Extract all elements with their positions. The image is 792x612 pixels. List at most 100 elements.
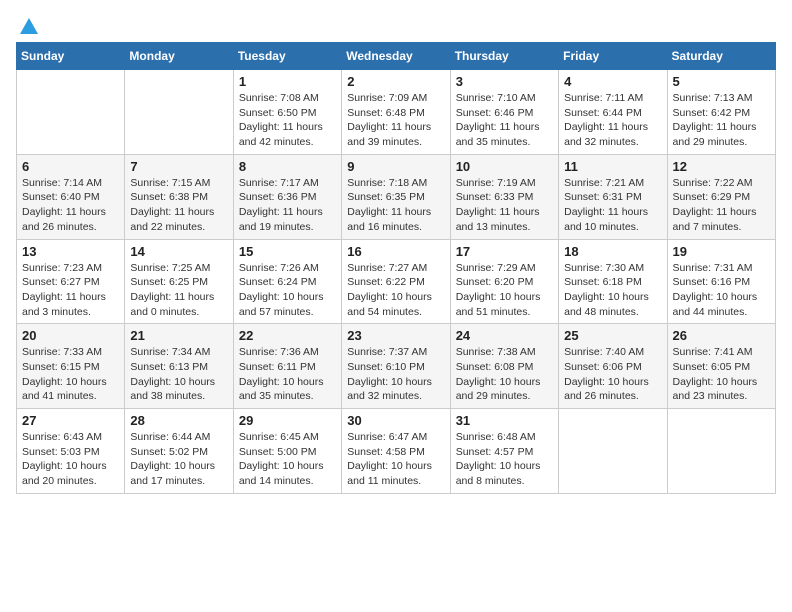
sunrise-text: Sunrise: 6:45 AM bbox=[239, 431, 319, 443]
sunset-text: Sunset: 6:44 PM bbox=[564, 107, 642, 119]
sunset-text: Sunset: 6:06 PM bbox=[564, 361, 642, 373]
calendar-cell: 13 Sunrise: 7:23 AM Sunset: 6:27 PM Dayl… bbox=[17, 239, 125, 324]
sunrise-text: Sunrise: 7:26 AM bbox=[239, 262, 319, 274]
calendar-cell: 21 Sunrise: 7:34 AM Sunset: 6:13 PM Dayl… bbox=[125, 324, 233, 409]
daylight-text: Daylight: 10 hours and 35 minutes. bbox=[239, 376, 324, 403]
calendar-cell: 23 Sunrise: 7:37 AM Sunset: 6:10 PM Dayl… bbox=[342, 324, 450, 409]
calendar-cell: 16 Sunrise: 7:27 AM Sunset: 6:22 PM Dayl… bbox=[342, 239, 450, 324]
sunrise-text: Sunrise: 7:08 AM bbox=[239, 92, 319, 104]
day-number: 20 bbox=[22, 328, 119, 343]
weekday-header-wednesday: Wednesday bbox=[342, 43, 450, 70]
day-number: 31 bbox=[456, 413, 553, 428]
calendar-cell: 25 Sunrise: 7:40 AM Sunset: 6:06 PM Dayl… bbox=[559, 324, 667, 409]
daylight-text: Daylight: 11 hours and 42 minutes. bbox=[239, 121, 323, 148]
calendar-table: SundayMondayTuesdayWednesdayThursdayFrid… bbox=[16, 42, 776, 494]
day-info: Sunrise: 7:13 AM Sunset: 6:42 PM Dayligh… bbox=[673, 91, 770, 150]
calendar-cell: 29 Sunrise: 6:45 AM Sunset: 5:00 PM Dayl… bbox=[233, 409, 341, 494]
calendar-cell bbox=[125, 70, 233, 155]
calendar-cell: 22 Sunrise: 7:36 AM Sunset: 6:11 PM Dayl… bbox=[233, 324, 341, 409]
day-info: Sunrise: 7:11 AM Sunset: 6:44 PM Dayligh… bbox=[564, 91, 661, 150]
daylight-text: Daylight: 11 hours and 35 minutes. bbox=[456, 121, 540, 148]
day-number: 30 bbox=[347, 413, 444, 428]
sunset-text: Sunset: 6:10 PM bbox=[347, 361, 425, 373]
calendar-cell: 17 Sunrise: 7:29 AM Sunset: 6:20 PM Dayl… bbox=[450, 239, 558, 324]
sunset-text: Sunset: 5:03 PM bbox=[22, 446, 100, 458]
calendar-cell: 18 Sunrise: 7:30 AM Sunset: 6:18 PM Dayl… bbox=[559, 239, 667, 324]
weekday-header-thursday: Thursday bbox=[450, 43, 558, 70]
sunrise-text: Sunrise: 7:22 AM bbox=[673, 177, 753, 189]
calendar-cell: 1 Sunrise: 7:08 AM Sunset: 6:50 PM Dayli… bbox=[233, 70, 341, 155]
day-info: Sunrise: 7:40 AM Sunset: 6:06 PM Dayligh… bbox=[564, 345, 661, 404]
day-info: Sunrise: 7:22 AM Sunset: 6:29 PM Dayligh… bbox=[673, 176, 770, 235]
day-number: 25 bbox=[564, 328, 661, 343]
calendar-week-3: 13 Sunrise: 7:23 AM Sunset: 6:27 PM Dayl… bbox=[17, 239, 776, 324]
day-info: Sunrise: 7:27 AM Sunset: 6:22 PM Dayligh… bbox=[347, 261, 444, 320]
day-number: 7 bbox=[130, 159, 227, 174]
day-number: 26 bbox=[673, 328, 770, 343]
calendar-cell: 28 Sunrise: 6:44 AM Sunset: 5:02 PM Dayl… bbox=[125, 409, 233, 494]
page-header bbox=[16, 16, 776, 34]
sunset-text: Sunset: 6:13 PM bbox=[130, 361, 208, 373]
day-number: 1 bbox=[239, 74, 336, 89]
calendar-cell: 20 Sunrise: 7:33 AM Sunset: 6:15 PM Dayl… bbox=[17, 324, 125, 409]
sunrise-text: Sunrise: 7:13 AM bbox=[673, 92, 753, 104]
calendar-week-1: 1 Sunrise: 7:08 AM Sunset: 6:50 PM Dayli… bbox=[17, 70, 776, 155]
calendar-cell: 11 Sunrise: 7:21 AM Sunset: 6:31 PM Dayl… bbox=[559, 154, 667, 239]
calendar-cell: 12 Sunrise: 7:22 AM Sunset: 6:29 PM Dayl… bbox=[667, 154, 775, 239]
daylight-text: Daylight: 10 hours and 20 minutes. bbox=[22, 460, 107, 487]
daylight-text: Daylight: 10 hours and 41 minutes. bbox=[22, 376, 107, 403]
daylight-text: Daylight: 11 hours and 10 minutes. bbox=[564, 206, 648, 233]
sunset-text: Sunset: 6:15 PM bbox=[22, 361, 100, 373]
daylight-text: Daylight: 10 hours and 44 minutes. bbox=[673, 291, 758, 318]
calendar-cell: 27 Sunrise: 6:43 AM Sunset: 5:03 PM Dayl… bbox=[17, 409, 125, 494]
sunset-text: Sunset: 6:50 PM bbox=[239, 107, 317, 119]
day-info: Sunrise: 7:36 AM Sunset: 6:11 PM Dayligh… bbox=[239, 345, 336, 404]
daylight-text: Daylight: 10 hours and 14 minutes. bbox=[239, 460, 324, 487]
weekday-header-sunday: Sunday bbox=[17, 43, 125, 70]
day-info: Sunrise: 7:08 AM Sunset: 6:50 PM Dayligh… bbox=[239, 91, 336, 150]
calendar-cell: 8 Sunrise: 7:17 AM Sunset: 6:36 PM Dayli… bbox=[233, 154, 341, 239]
daylight-text: Daylight: 10 hours and 8 minutes. bbox=[456, 460, 541, 487]
calendar-cell: 6 Sunrise: 7:14 AM Sunset: 6:40 PM Dayli… bbox=[17, 154, 125, 239]
day-info: Sunrise: 6:43 AM Sunset: 5:03 PM Dayligh… bbox=[22, 430, 119, 489]
logo-icon bbox=[18, 16, 40, 38]
sunrise-text: Sunrise: 7:34 AM bbox=[130, 346, 210, 358]
day-info: Sunrise: 7:15 AM Sunset: 6:38 PM Dayligh… bbox=[130, 176, 227, 235]
day-info: Sunrise: 7:21 AM Sunset: 6:31 PM Dayligh… bbox=[564, 176, 661, 235]
sunrise-text: Sunrise: 7:37 AM bbox=[347, 346, 427, 358]
sunrise-text: Sunrise: 7:15 AM bbox=[130, 177, 210, 189]
day-number: 29 bbox=[239, 413, 336, 428]
weekday-header-monday: Monday bbox=[125, 43, 233, 70]
daylight-text: Daylight: 10 hours and 32 minutes. bbox=[347, 376, 432, 403]
weekday-header-saturday: Saturday bbox=[667, 43, 775, 70]
sunrise-text: Sunrise: 7:38 AM bbox=[456, 346, 536, 358]
calendar-cell: 3 Sunrise: 7:10 AM Sunset: 6:46 PM Dayli… bbox=[450, 70, 558, 155]
day-info: Sunrise: 7:14 AM Sunset: 6:40 PM Dayligh… bbox=[22, 176, 119, 235]
sunrise-text: Sunrise: 7:29 AM bbox=[456, 262, 536, 274]
day-info: Sunrise: 6:48 AM Sunset: 4:57 PM Dayligh… bbox=[456, 430, 553, 489]
daylight-text: Daylight: 10 hours and 54 minutes. bbox=[347, 291, 432, 318]
calendar-cell: 24 Sunrise: 7:38 AM Sunset: 6:08 PM Dayl… bbox=[450, 324, 558, 409]
day-number: 22 bbox=[239, 328, 336, 343]
sunrise-text: Sunrise: 7:18 AM bbox=[347, 177, 427, 189]
day-number: 3 bbox=[456, 74, 553, 89]
sunset-text: Sunset: 5:02 PM bbox=[130, 446, 208, 458]
sunset-text: Sunset: 6:48 PM bbox=[347, 107, 425, 119]
day-number: 21 bbox=[130, 328, 227, 343]
calendar-cell: 15 Sunrise: 7:26 AM Sunset: 6:24 PM Dayl… bbox=[233, 239, 341, 324]
daylight-text: Daylight: 11 hours and 13 minutes. bbox=[456, 206, 540, 233]
calendar-cell: 5 Sunrise: 7:13 AM Sunset: 6:42 PM Dayli… bbox=[667, 70, 775, 155]
sunrise-text: Sunrise: 7:40 AM bbox=[564, 346, 644, 358]
day-info: Sunrise: 7:29 AM Sunset: 6:20 PM Dayligh… bbox=[456, 261, 553, 320]
sunrise-text: Sunrise: 7:11 AM bbox=[564, 92, 643, 104]
day-info: Sunrise: 7:23 AM Sunset: 6:27 PM Dayligh… bbox=[22, 261, 119, 320]
sunrise-text: Sunrise: 6:47 AM bbox=[347, 431, 427, 443]
calendar-cell: 31 Sunrise: 6:48 AM Sunset: 4:57 PM Dayl… bbox=[450, 409, 558, 494]
sunrise-text: Sunrise: 7:17 AM bbox=[239, 177, 319, 189]
day-number: 6 bbox=[22, 159, 119, 174]
sunrise-text: Sunrise: 7:21 AM bbox=[564, 177, 644, 189]
sunset-text: Sunset: 6:08 PM bbox=[456, 361, 534, 373]
day-number: 16 bbox=[347, 244, 444, 259]
daylight-text: Daylight: 10 hours and 29 minutes. bbox=[456, 376, 541, 403]
calendar-cell: 14 Sunrise: 7:25 AM Sunset: 6:25 PM Dayl… bbox=[125, 239, 233, 324]
